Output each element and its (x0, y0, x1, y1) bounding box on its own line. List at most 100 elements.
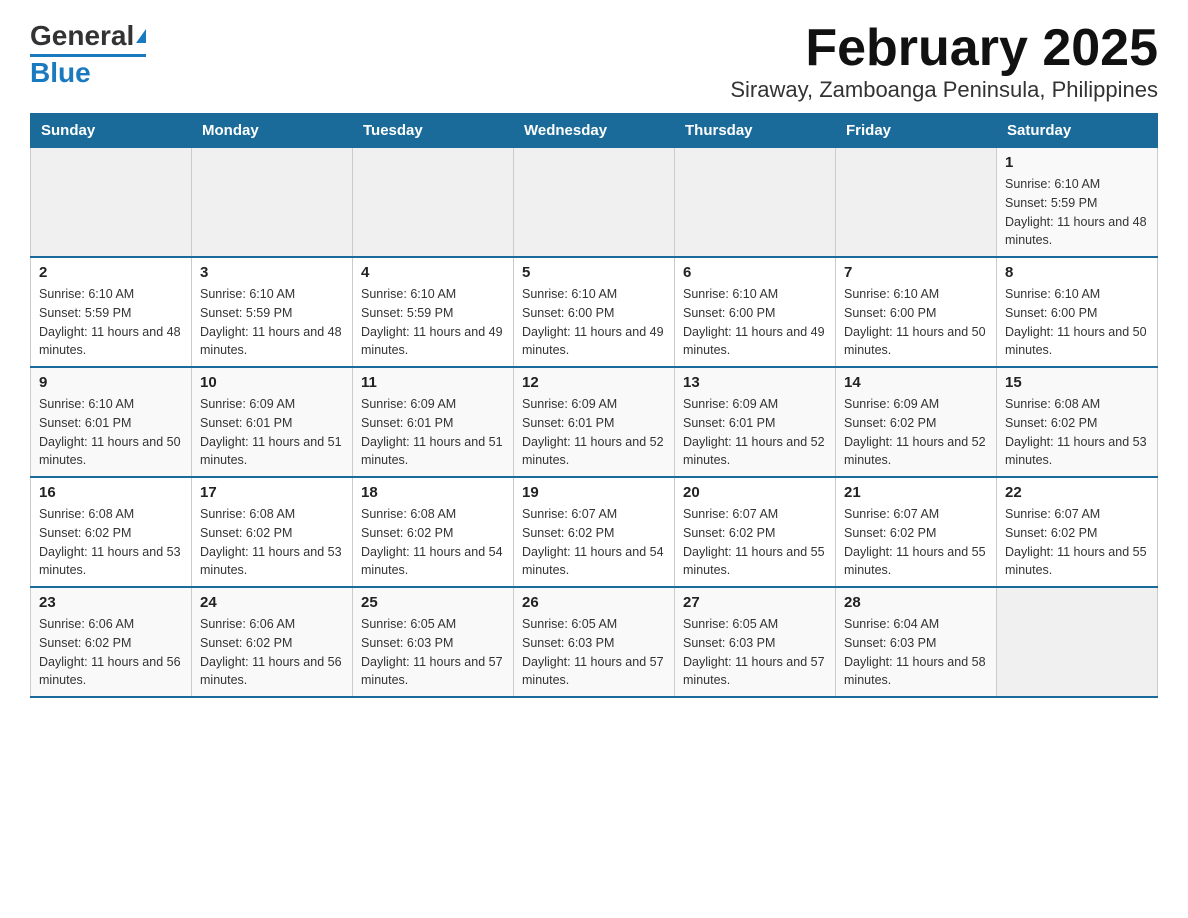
calendar-cell: 16 Sunrise: 6:08 AMSunset: 6:02 PMDayligh… (31, 477, 192, 587)
calendar-title: February 2025 (730, 20, 1158, 77)
calendar-week-1: 1 Sunrise: 6:10 AMSunset: 5:59 PMDaylight… (31, 148, 1158, 258)
calendar-body: 1 Sunrise: 6:10 AMSunset: 5:59 PMDaylight… (31, 148, 1158, 698)
day-number: 12 (522, 374, 666, 391)
calendar-week-4: 16 Sunrise: 6:08 AMSunset: 6:02 PMDayligh… (31, 477, 1158, 587)
calendar-cell: 4 Sunrise: 6:10 AMSunset: 5:59 PMDaylight… (353, 257, 514, 367)
day-number: 20 (683, 484, 827, 501)
calendar-subtitle: Siraway, Zamboanga Peninsula, Philippine… (730, 77, 1158, 103)
calendar-cell: 11Sunrise: 6:09 AMSunset: 6:01 PMDayligh… (353, 367, 514, 477)
calendar-cell: 15Sunrise: 6:08 AMSunset: 6:02 PMDayligh… (997, 367, 1158, 477)
day-number: 26 (522, 594, 666, 611)
day-number: 16 (39, 484, 183, 501)
day-number: 2 (39, 264, 183, 281)
calendar-cell (836, 148, 997, 258)
day-number: 21 (844, 484, 988, 501)
day-info: Sunrise: 6:09 AMSunset: 6:01 PMDaylight:… (522, 395, 666, 470)
calendar-cell: 6 Sunrise: 6:10 AMSunset: 6:00 PMDaylight… (675, 257, 836, 367)
day-info: Sunrise: 6:10 AMSunset: 6:00 PMDaylight:… (1005, 285, 1149, 360)
day-info: Sunrise: 6:07 AMSunset: 6:02 PMDaylight:… (1005, 505, 1149, 580)
calendar-cell: 23 Sunrise: 6:06 AMSunset: 6:02 PMDayligh… (31, 587, 192, 697)
day-info: Sunrise: 6:07 AMSunset: 6:02 PMDaylight:… (522, 505, 666, 580)
day-number: 1 (1005, 154, 1149, 171)
day-info: Sunrise: 6:04 AMSunset: 6:03 PMDaylight:… (844, 615, 988, 690)
day-number: 6 (683, 264, 827, 281)
calendar-cell: 8 Sunrise: 6:10 AMSunset: 6:00 PMDaylight… (997, 257, 1158, 367)
calendar-cell: 24 Sunrise: 6:06 AMSunset: 6:02 PMDayligh… (192, 587, 353, 697)
calendar-cell: 22 Sunrise: 6:07 AMSunset: 6:02 PMDayligh… (997, 477, 1158, 587)
day-number: 11 (361, 374, 505, 391)
logo-triangle-icon (136, 29, 146, 43)
calendar-cell: 9 Sunrise: 6:10 AMSunset: 6:01 PMDaylight… (31, 367, 192, 477)
calendar-cell: 18 Sunrise: 6:08 AMSunset: 6:02 PMDayligh… (353, 477, 514, 587)
day-info: Sunrise: 6:10 AMSunset: 5:59 PMDaylight:… (361, 285, 505, 360)
day-number: 27 (683, 594, 827, 611)
day-info: Sunrise: 6:10 AMSunset: 6:01 PMDaylight:… (39, 395, 183, 470)
calendar-cell: 13 Sunrise: 6:09 AMSunset: 6:01 PMDayligh… (675, 367, 836, 477)
day-number: 24 (200, 594, 344, 611)
calendar-cell: 25 Sunrise: 6:05 AMSunset: 6:03 PMDayligh… (353, 587, 514, 697)
day-number: 25 (361, 594, 505, 611)
calendar-cell: 20 Sunrise: 6:07 AMSunset: 6:02 PMDayligh… (675, 477, 836, 587)
calendar-header: SundayMondayTuesdayWednesdayThursdayFrid… (31, 114, 1158, 148)
calendar-cell: 21 Sunrise: 6:07 AMSunset: 6:02 PMDayligh… (836, 477, 997, 587)
calendar-cell (675, 148, 836, 258)
day-number: 22 (1005, 484, 1149, 501)
calendar-week-2: 2 Sunrise: 6:10 AMSunset: 5:59 PMDaylight… (31, 257, 1158, 367)
day-number: 8 (1005, 264, 1149, 281)
calendar-cell: 17Sunrise: 6:08 AMSunset: 6:02 PMDayligh… (192, 477, 353, 587)
day-info: Sunrise: 6:07 AMSunset: 6:02 PMDaylight:… (683, 505, 827, 580)
day-info: Sunrise: 6:08 AMSunset: 6:02 PMDaylight:… (39, 505, 183, 580)
calendar-week-3: 9 Sunrise: 6:10 AMSunset: 6:01 PMDaylight… (31, 367, 1158, 477)
day-info: Sunrise: 6:08 AMSunset: 6:02 PMDaylight:… (1005, 395, 1149, 470)
title-block: February 2025 Siraway, Zamboanga Peninsu… (730, 20, 1158, 103)
calendar-cell (353, 148, 514, 258)
weekday-header-sunday: Sunday (31, 114, 192, 148)
calendar-week-5: 23 Sunrise: 6:06 AMSunset: 6:02 PMDayligh… (31, 587, 1158, 697)
calendar-cell: 28 Sunrise: 6:04 AMSunset: 6:03 PMDayligh… (836, 587, 997, 697)
calendar-cell (31, 148, 192, 258)
calendar-cell: 5Sunrise: 6:10 AMSunset: 6:00 PMDaylight… (514, 257, 675, 367)
day-info: Sunrise: 6:10 AMSunset: 5:59 PMDaylight:… (39, 285, 183, 360)
calendar-cell: 3Sunrise: 6:10 AMSunset: 5:59 PMDaylight… (192, 257, 353, 367)
weekday-header-thursday: Thursday (675, 114, 836, 148)
day-number: 28 (844, 594, 988, 611)
day-number: 9 (39, 374, 183, 391)
day-info: Sunrise: 6:06 AMSunset: 6:02 PMDaylight:… (200, 615, 344, 690)
calendar-cell (514, 148, 675, 258)
calendar-cell: 19 Sunrise: 6:07 AMSunset: 6:02 PMDayligh… (514, 477, 675, 587)
weekday-header-row: SundayMondayTuesdayWednesdayThursdayFrid… (31, 114, 1158, 148)
day-info: Sunrise: 6:08 AMSunset: 6:02 PMDaylight:… (361, 505, 505, 580)
logo: General Blue (30, 20, 146, 89)
day-info: Sunrise: 6:10 AMSunset: 5:59 PMDaylight:… (200, 285, 344, 360)
day-number: 7 (844, 264, 988, 281)
day-number: 17 (200, 484, 344, 501)
day-number: 19 (522, 484, 666, 501)
day-info: Sunrise: 6:10 AMSunset: 6:00 PMDaylight:… (522, 285, 666, 360)
day-info: Sunrise: 6:05 AMSunset: 6:03 PMDaylight:… (683, 615, 827, 690)
day-info: Sunrise: 6:10 AMSunset: 5:59 PMDaylight:… (1005, 175, 1149, 250)
day-info: Sunrise: 6:10 AMSunset: 6:00 PMDaylight:… (844, 285, 988, 360)
day-info: Sunrise: 6:10 AMSunset: 6:00 PMDaylight:… (683, 285, 827, 360)
calendar-cell: 10Sunrise: 6:09 AMSunset: 6:01 PMDayligh… (192, 367, 353, 477)
weekday-header-wednesday: Wednesday (514, 114, 675, 148)
day-info: Sunrise: 6:06 AMSunset: 6:02 PMDaylight:… (39, 615, 183, 690)
day-info: Sunrise: 6:05 AMSunset: 6:03 PMDaylight:… (361, 615, 505, 690)
day-number: 13 (683, 374, 827, 391)
calendar-cell (192, 148, 353, 258)
calendar-cell (997, 587, 1158, 697)
calendar-cell: 1 Sunrise: 6:10 AMSunset: 5:59 PMDaylight… (997, 148, 1158, 258)
day-number: 18 (361, 484, 505, 501)
weekday-header-tuesday: Tuesday (353, 114, 514, 148)
logo-text: General (30, 20, 134, 52)
day-number: 23 (39, 594, 183, 611)
day-info: Sunrise: 6:09 AMSunset: 6:01 PMDaylight:… (683, 395, 827, 470)
day-info: Sunrise: 6:07 AMSunset: 6:02 PMDaylight:… (844, 505, 988, 580)
calendar-table: SundayMondayTuesdayWednesdayThursdayFrid… (30, 113, 1158, 698)
calendar-cell: 12 Sunrise: 6:09 AMSunset: 6:01 PMDayligh… (514, 367, 675, 477)
calendar-cell: 7 Sunrise: 6:10 AMSunset: 6:00 PMDaylight… (836, 257, 997, 367)
page-header: General Blue February 2025 Siraway, Zamb… (30, 20, 1158, 103)
weekday-header-friday: Friday (836, 114, 997, 148)
weekday-header-saturday: Saturday (997, 114, 1158, 148)
day-number: 4 (361, 264, 505, 281)
day-info: Sunrise: 6:05 AMSunset: 6:03 PMDaylight:… (522, 615, 666, 690)
